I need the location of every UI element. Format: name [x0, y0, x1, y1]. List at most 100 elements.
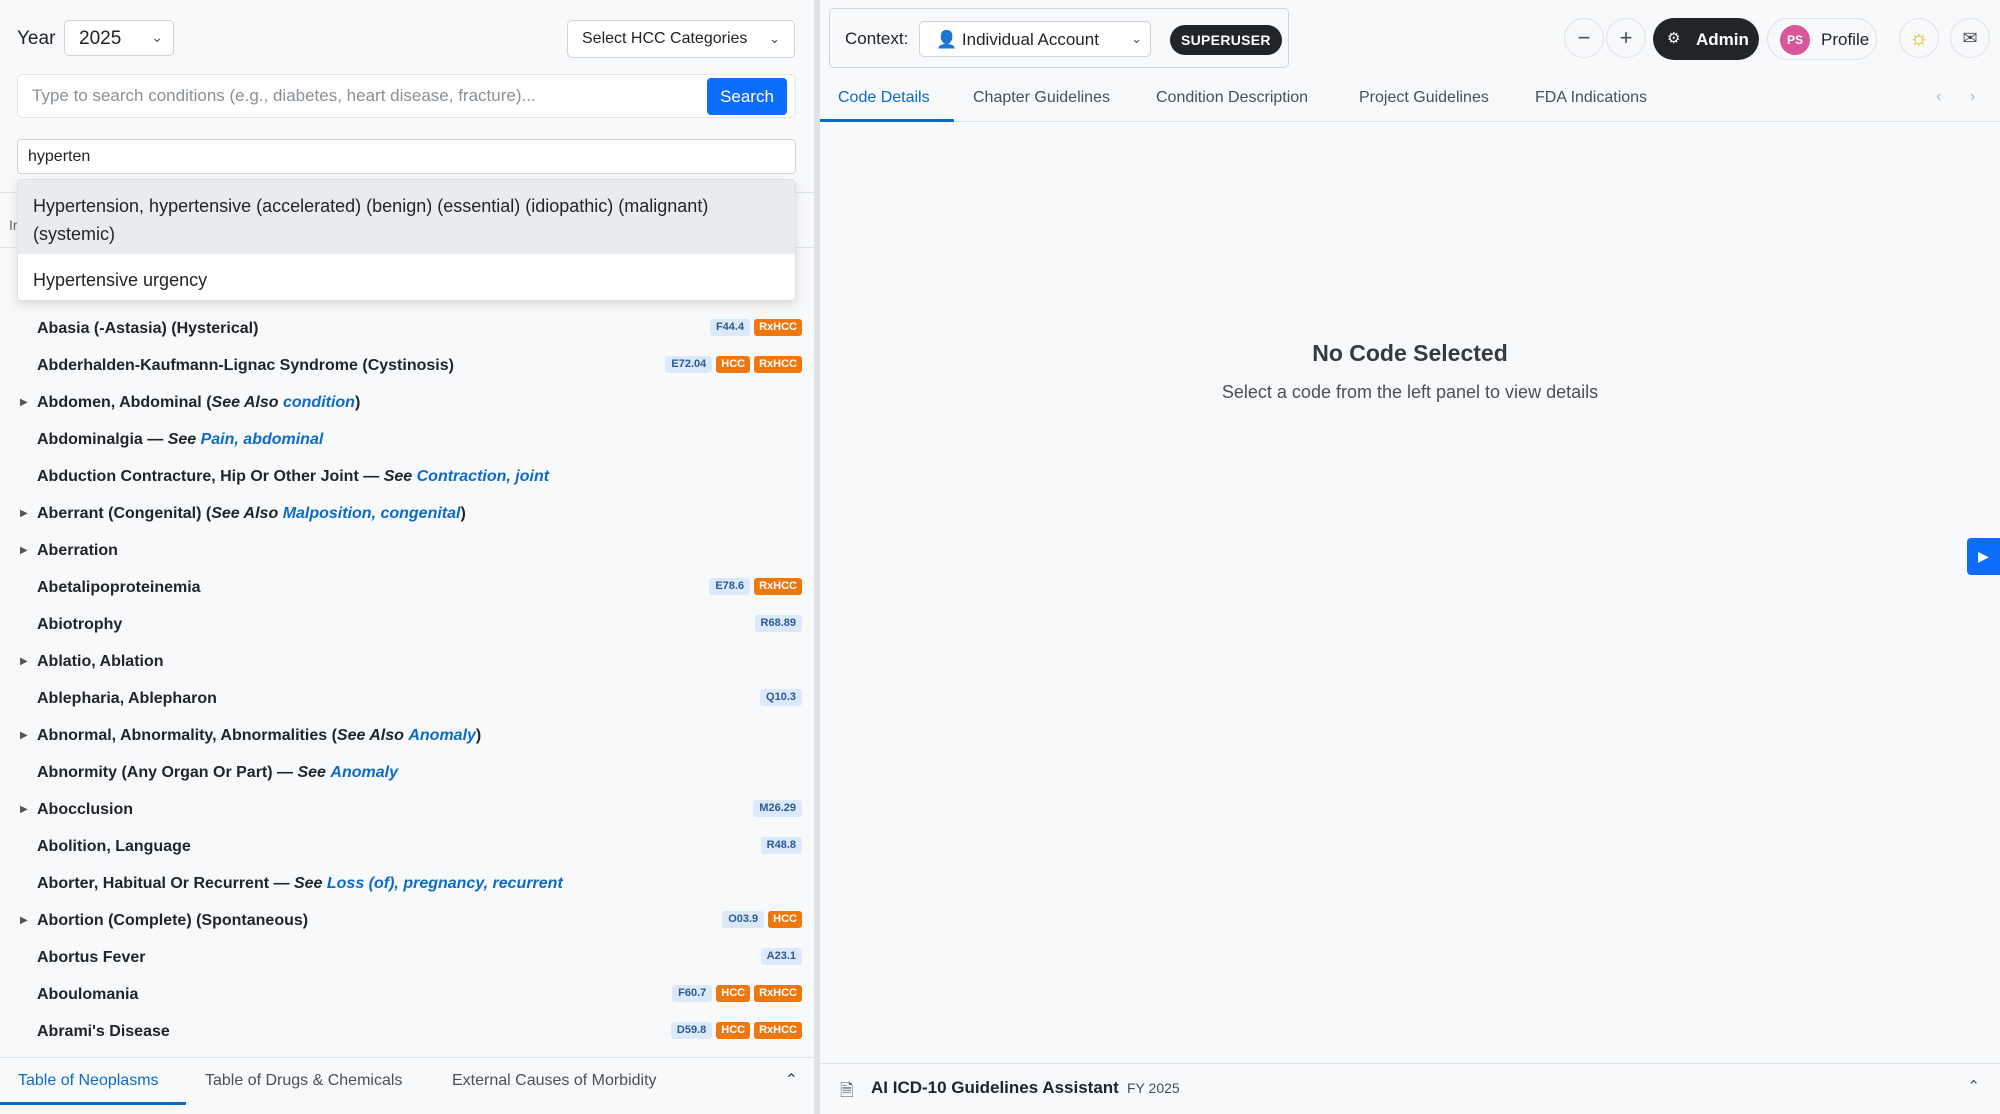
caret-right-icon[interactable]: ▶	[20, 902, 28, 939]
index-term: Abdominalgia	[37, 431, 143, 448]
chevron-up-icon[interactable]: ⌃	[785, 1070, 798, 1090]
suggestion-item[interactable]: Hypertension, hypertensive (accelerated)…	[18, 180, 795, 254]
chevron-right-icon[interactable]: ›	[1970, 88, 1975, 106]
admin-button[interactable]: ⚙ Admin	[1653, 18, 1759, 60]
cross-reference-link[interactable]: Anomaly	[408, 727, 476, 744]
tab-condition-description[interactable]: Condition Description	[1156, 89, 1308, 107]
zoom-out-button[interactable]: −	[1564, 18, 1604, 58]
icd-code-badge[interactable]: F60.7	[672, 985, 713, 1002]
icd-code-badge[interactable]: O03.9	[722, 911, 765, 928]
index-term: Abortus Fever	[37, 949, 146, 966]
icd-code-badge[interactable]: R68.89	[754, 615, 802, 632]
tab-chapter-guidelines[interactable]: Chapter Guidelines	[973, 89, 1110, 107]
caret-right-icon[interactable]: ▶	[20, 495, 28, 532]
icd-code-badge[interactable]: D59.8	[670, 1022, 713, 1039]
icd-code-badge[interactable]: E78.6	[709, 578, 751, 595]
chevron-up-icon[interactable]: ⌃	[1967, 1077, 1980, 1095]
profile-button[interactable]: PS Profile	[1767, 18, 1877, 60]
index-row[interactable]: Abolition, Language R48.8	[0, 828, 814, 865]
cross-reference-link[interactable]: Anomaly	[330, 764, 398, 781]
ai-assistant-bar[interactable]: 🗎 AI ICD-10 Guidelines Assistant FY 2025…	[820, 1063, 2000, 1114]
index-row[interactable]: ▶ Abortion (Complete) (Spontaneous) O03.9 H…	[0, 902, 814, 939]
index-row[interactable]: ▶ Abnormal, Abnormality, Abnormalities (S…	[0, 717, 814, 754]
cross-reference-label: See	[167, 431, 197, 448]
icd-code-badge[interactable]: M26.29	[753, 800, 802, 817]
context-select[interactable]: 👤 Individual Account ⌄	[919, 21, 1151, 57]
icd-code-badge[interactable]: A23.1	[760, 948, 802, 965]
chevron-left-icon[interactable]: ‹	[1936, 88, 1941, 106]
cross-reference-suffix: )	[460, 505, 466, 522]
index-row[interactable]: Abrami's Disease D59.8 HCC RxHCC	[0, 1013, 814, 1050]
cross-reference-link[interactable]: Loss (of), pregnancy, recurrent	[327, 875, 563, 892]
chevron-down-icon: ⌄	[1131, 31, 1142, 46]
index-row[interactable]: ▶ Ablatio, Ablation	[0, 643, 814, 680]
icd-code-badge[interactable]: R48.8	[760, 837, 802, 854]
user-icon: 👤	[936, 30, 958, 49]
year-label: Year	[17, 28, 56, 49]
index-row[interactable]: ▶ Abocclusion M26.29	[0, 791, 814, 828]
index-row[interactable]: Aboulomania F60.7 HCC RxHCC	[0, 976, 814, 1013]
rxhcc-badge: RxHCC	[754, 985, 802, 1002]
index-row[interactable]: Abiotrophy R68.89	[0, 606, 814, 643]
tab-table-of-drugs-chemicals[interactable]: Table of Drugs & Chemicals	[205, 1072, 402, 1090]
index-row[interactable]: Ablepharia, Ablepharon Q10.3	[0, 680, 814, 717]
rxhcc-badge: RxHCC	[754, 356, 802, 373]
suggestion-item[interactable]: Hypertensive urgency	[18, 254, 795, 300]
condition-search-input[interactable]	[18, 75, 706, 117]
caret-right-icon[interactable]: ▶	[20, 791, 28, 828]
index-row[interactable]: ▶ Abdomen, Abdominal (See Also condition)	[0, 384, 814, 421]
theme-toggle-button[interactable]: ☼	[1899, 18, 1939, 58]
caret-right-icon[interactable]: ▶	[20, 532, 28, 569]
caret-right-icon[interactable]: ▶	[20, 717, 28, 754]
index-row[interactable]: ▶ Aberrant (Congenital) (See Also Malposi…	[0, 495, 814, 532]
cross-reference-prefix: —	[277, 764, 298, 781]
code-badges: F44.4 RxHCC	[709, 319, 802, 336]
cross-reference-prefix: —	[273, 875, 294, 892]
tab-code-details[interactable]: Code Details	[838, 89, 930, 107]
cross-reference-label: See	[293, 875, 323, 892]
rxhcc-badge: RxHCC	[754, 319, 802, 336]
tab-external-causes[interactable]: External Causes of Morbidity	[452, 1072, 657, 1090]
index-row[interactable]: Aborter, Habitual Or Recurrent — See Los…	[0, 865, 814, 902]
caret-right-icon[interactable]: ▶	[20, 643, 28, 680]
index-row[interactable]: Abderhalden-Kaufmann-Lignac Syndrome (Cy…	[0, 347, 814, 384]
feedback-button[interactable]: ✉	[1950, 18, 1990, 58]
search-button[interactable]: Search	[707, 78, 787, 115]
icd-code-badge[interactable]: E72.04	[665, 356, 713, 373]
panel-toggle-button[interactable]: ▶	[1967, 538, 2000, 575]
zoom-in-button[interactable]: +	[1606, 18, 1646, 58]
caret-right-icon[interactable]: ▶	[20, 384, 28, 421]
index-row[interactable]: ▶ Aberration	[0, 532, 814, 569]
index-term: Abocclusion	[37, 801, 134, 818]
active-tab-indicator	[820, 119, 954, 122]
cross-reference-link[interactable]: Malposition, congenital	[283, 505, 461, 522]
tab-table-of-neoplasms[interactable]: Table of Neoplasms	[18, 1072, 159, 1090]
index-term: Aberrant (Congenital)	[37, 505, 202, 522]
tab-fda-indications[interactable]: FDA Indications	[1535, 89, 1647, 107]
index-row[interactable]: Abnormity (Any Organ Or Part) — See Anom…	[0, 754, 814, 791]
index-row[interactable]: Abduction Contracture, Hip Or Other Join…	[0, 458, 814, 495]
icd-code-badge[interactable]: F44.4	[709, 319, 751, 336]
index-filter-input[interactable]	[17, 139, 796, 174]
hcc-badge: HCC	[716, 985, 751, 1002]
assistant-fiscal-year: FY 2025	[1127, 1080, 1180, 1096]
cross-reference-link[interactable]: Contraction, joint	[417, 468, 549, 485]
hcc-badge: HCC	[716, 356, 751, 373]
index-row[interactable]: Abasia (-Astasia) (Hysterical) F44.4 RxHCC	[0, 310, 814, 347]
index-row[interactable]: Abetalipoproteinemia E78.6 RxHCC	[0, 569, 814, 606]
year-select[interactable]: 2025 ⌄	[64, 20, 174, 56]
feedback-icon: ✉	[1962, 28, 1978, 48]
cross-reference-link[interactable]: Pain, abdominal	[201, 431, 324, 448]
index-tables-tabs: Table of Neoplasms Table of Drugs & Chem…	[0, 1057, 814, 1105]
code-badges: R68.89	[754, 615, 802, 632]
index-row[interactable]: Abdominalgia — See Pain, abdominal	[0, 421, 814, 458]
cross-reference-prefix: —	[363, 468, 384, 485]
cross-reference-label: See	[297, 764, 326, 781]
cross-reference-link[interactable]: condition	[283, 394, 355, 411]
cross-reference-suffix: )	[354, 394, 361, 411]
tab-project-guidelines[interactable]: Project Guidelines	[1359, 89, 1489, 107]
icd-code-badge[interactable]: Q10.3	[760, 689, 802, 706]
index-row[interactable]: Abortus Fever A23.1	[0, 939, 814, 976]
code-badges: A23.1	[760, 948, 802, 965]
hcc-categories-select[interactable]: Select HCC Categories ⌄	[567, 20, 795, 58]
